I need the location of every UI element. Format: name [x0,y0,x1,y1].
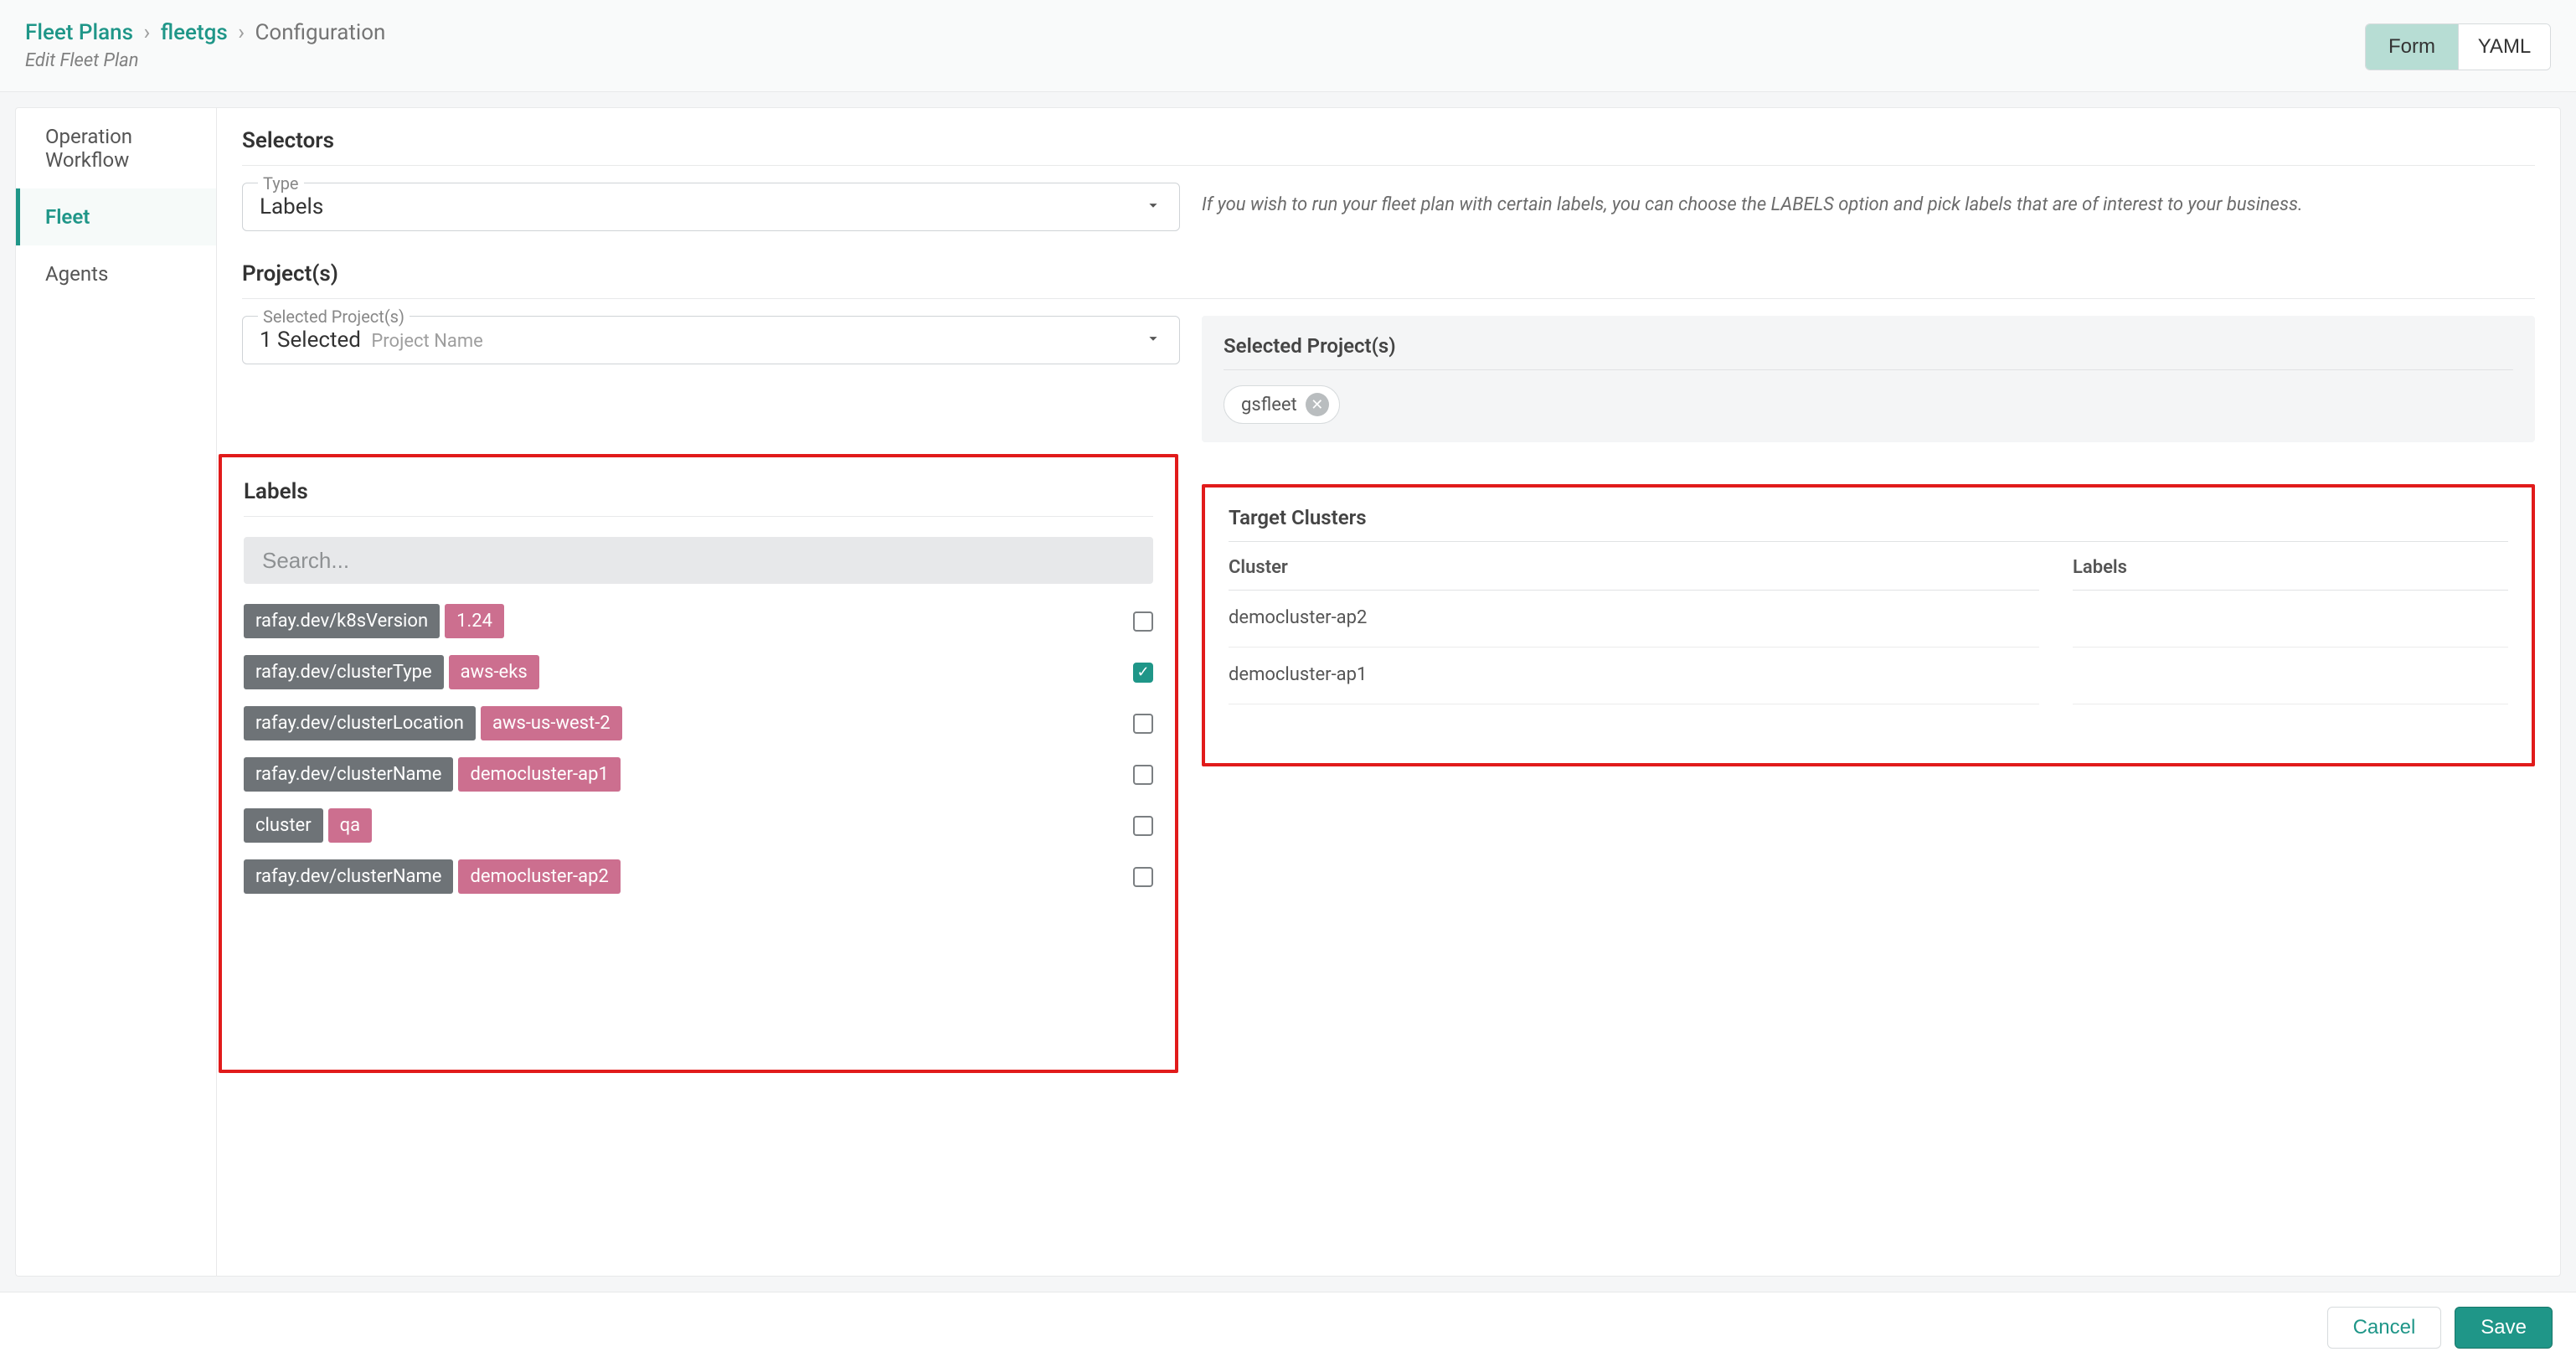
breadcrumb-leaf: Configuration [255,20,385,45]
projects-select-value: 1 Selected Project Name [260,328,483,353]
label-row: rafay.dev/k8sVersion 1.24 [244,596,1153,647]
column-header-labels: Labels [2073,557,2508,591]
projects-select-hint: Project Name [366,331,482,352]
page-subtitle: Edit Fleet Plan [25,50,385,71]
projects-select-count: 1 Selected [260,328,361,353]
project-chip: gsfleet ✕ [1224,385,1340,424]
labels-search-input[interactable] [244,537,1153,584]
content: Selectors Type Labels If you wish to run… [217,108,2560,1276]
target-clusters-col-labels: Labels [2073,557,2508,704]
label-key: rafay.dev/clusterLocation [244,706,476,740]
label-value: aws-eks [449,655,539,689]
label-checkbox[interactable] [1133,765,1153,785]
breadcrumb-item[interactable]: fleetgs [161,20,228,45]
label-value: qa [328,808,372,843]
label-value: democluster-ap1 [458,757,620,792]
sidebar-item-fleet[interactable]: Fleet [16,188,216,245]
project-chip-label: gsfleet [1241,395,1297,415]
projects-select[interactable]: Selected Project(s) 1 Selected Project N… [242,316,1180,364]
label-checkbox[interactable] [1133,714,1153,734]
label-key: cluster [244,808,323,843]
sidebar: Operation Workflow Fleet Agents [16,108,217,1276]
view-toggle: Form YAML [2365,23,2551,70]
column-header-cluster: Cluster [1229,557,2039,591]
type-select-label: Type [258,173,304,193]
labels-cell [2073,647,2508,704]
chevron-down-icon [1144,196,1162,218]
selected-projects-panel: Selected Project(s) gsfleet ✕ [1202,316,2535,442]
selectors-helper-text: If you wish to run your fleet plan with … [1202,183,2535,219]
label-key: rafay.dev/clusterName [244,859,453,894]
sidebar-item-operation-workflow[interactable]: Operation Workflow [16,108,216,188]
label-key: rafay.dev/clusterName [244,757,453,792]
breadcrumb-root[interactable]: Fleet Plans [25,20,133,45]
type-select[interactable]: Type Labels [242,183,1180,231]
view-toggle-form[interactable]: Form [2366,24,2458,70]
label-row: rafay.dev/clusterType aws-eks ✓ [244,647,1153,698]
save-button[interactable]: Save [2455,1307,2553,1349]
close-icon[interactable]: ✕ [1306,393,1329,416]
label-key: rafay.dev/clusterType [244,655,444,689]
cancel-button[interactable]: Cancel [2327,1307,2442,1349]
chevron-down-icon [1144,329,1162,351]
cluster-cell: democluster-ap1 [1229,647,2039,704]
label-value: democluster-ap2 [458,859,620,894]
target-clusters-title: Target Clusters [1229,506,2508,542]
projects-select-label: Selected Project(s) [258,307,410,327]
breadcrumb-sep: › [138,20,155,45]
label-value: 1.24 [445,604,504,638]
label-checkbox[interactable] [1133,816,1153,836]
target-clusters-col-cluster: Cluster democluster-ap2 democluster-ap1 [1229,557,2039,704]
label-row: rafay.dev/clusterLocation aws-us-west-2 [244,698,1153,749]
view-toggle-yaml[interactable]: YAML [2458,24,2550,70]
cluster-cell: democluster-ap2 [1229,591,2039,647]
label-checkbox[interactable] [1133,611,1153,632]
labels-cell [2073,591,2508,647]
section-title-selectors: Selectors [242,128,2535,166]
label-value: aws-us-west-2 [481,706,622,740]
label-row: rafay.dev/clusterName democluster-ap1 [244,749,1153,800]
label-key: rafay.dev/k8sVersion [244,604,440,638]
label-row: cluster qa [244,800,1153,851]
section-title-projects: Project(s) [242,261,2535,299]
labels-panel: Labels rafay.dev/k8sVersion 1.24 rafay.d… [219,454,1178,1073]
breadcrumb: Fleet Plans › fleetgs › Configuration [25,20,385,45]
breadcrumb-sep: › [233,20,250,45]
labels-title: Labels [244,471,1153,517]
type-select-value: Labels [260,194,323,219]
target-clusters-panel: Target Clusters Cluster democluster-ap2 … [1202,484,2535,766]
label-checkbox[interactable]: ✓ [1133,663,1153,683]
label-checkbox[interactable] [1133,867,1153,887]
selected-projects-title: Selected Project(s) [1224,334,2513,370]
header: Fleet Plans › fleetgs › Configuration Ed… [0,0,2576,92]
sidebar-item-agents[interactable]: Agents [16,245,216,302]
footer: Cancel Save [0,1292,2576,1362]
label-row: rafay.dev/clusterName democluster-ap2 [244,851,1153,902]
